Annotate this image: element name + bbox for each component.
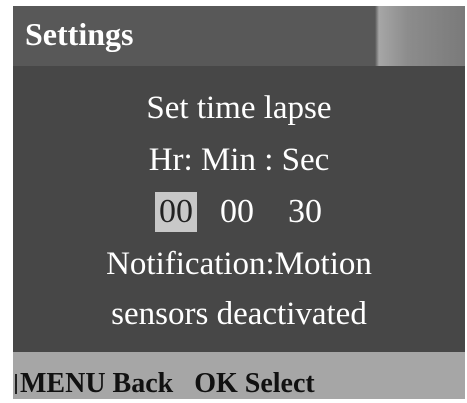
page-title: Settings: [25, 16, 134, 52]
hours-field[interactable]: 00: [155, 192, 197, 232]
time-lapse-heading: Set time lapse: [146, 90, 332, 126]
time-format-label: Hr: Min : Sec: [148, 142, 330, 178]
seconds-field[interactable]: 30: [281, 192, 329, 232]
softkey-bar: MENU Back OK Select: [13, 352, 465, 399]
notification-line-1: Notification:Motion: [106, 246, 372, 282]
cursor-marker: [15, 374, 17, 394]
time-lapse-value: 00 00 30: [13, 192, 465, 232]
settings-header: Settings: [13, 6, 465, 66]
minutes-field[interactable]: 00: [213, 192, 261, 232]
camera-settings-screen: Settings Set time lapse Hr: Min : Sec 00…: [13, 6, 465, 399]
notification-line-2: sensors deactivated: [111, 296, 367, 332]
softkey-hints: MENU Back OK Select: [20, 368, 315, 399]
